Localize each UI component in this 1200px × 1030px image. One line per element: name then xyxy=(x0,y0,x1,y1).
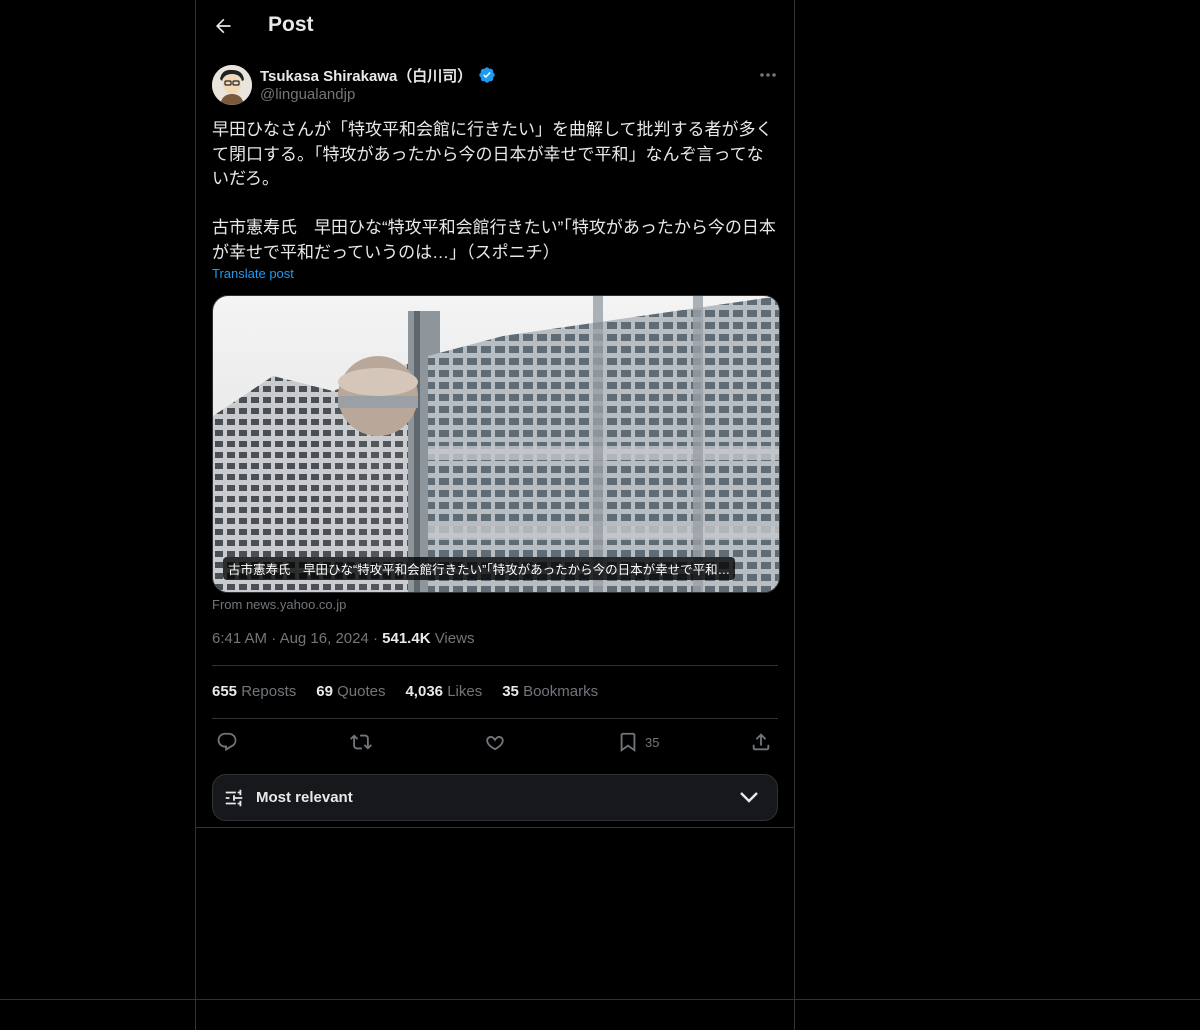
reply-button[interactable] xyxy=(216,731,238,753)
primary-column: Post Tsukasa Shirakawa（白川司） @lingualandj… xyxy=(195,0,795,1030)
author-name[interactable]: Tsukasa Shirakawa（白川司） xyxy=(260,65,472,86)
post-meta: 6:41 AM · Aug 16, 2024 · 541.4K Views xyxy=(212,630,474,647)
divider xyxy=(212,665,778,666)
reply-icon xyxy=(217,732,237,752)
like-button[interactable] xyxy=(484,731,506,753)
likes-label: Likes xyxy=(447,683,483,700)
like-icon xyxy=(486,736,504,751)
bookmark-icon xyxy=(620,732,636,753)
card-caption: 古市憲寿氏 早田ひな“特攻平和会館行きたい”「特攻があったから今の日本が幸せで平… xyxy=(223,557,736,580)
back-arrow-icon xyxy=(216,18,231,34)
divider xyxy=(212,718,778,719)
author-handle[interactable]: @lingualandjp xyxy=(260,86,355,103)
quotes-count: 69 xyxy=(316,683,333,700)
link-card[interactable]: 古市憲寿氏 早田ひな“特攻平和会館行きたい”「特攻があったから今の日本が幸せで平… xyxy=(212,295,780,593)
post-header: Post xyxy=(196,0,794,53)
quotes-label: Quotes xyxy=(337,683,386,700)
reposts-label: Reposts xyxy=(241,683,297,700)
card-source[interactable]: From news.yahoo.co.jp xyxy=(212,597,346,612)
meta-separator: · xyxy=(271,630,280,647)
avatar-illustration xyxy=(212,65,252,105)
reply-sort-dropdown[interactable]: Most relevant xyxy=(212,774,778,821)
post-time[interactable]: 6:41 AM xyxy=(212,630,267,647)
likes-stat[interactable]: 4,036 Likes xyxy=(405,683,482,700)
likes-count: 4,036 xyxy=(405,683,444,700)
sort-label: Most relevant xyxy=(256,789,353,806)
sliders-icon xyxy=(225,789,243,807)
bookmarks-stat[interactable]: 35 Bookmarks xyxy=(502,683,598,700)
more-icon xyxy=(760,73,776,77)
page-title: Post xyxy=(268,13,314,36)
views-count: 541.4K xyxy=(382,630,431,647)
bookmarks-count: 35 xyxy=(502,683,519,700)
quotes-stat[interactable]: 69 Quotes xyxy=(316,683,385,700)
repost-button[interactable] xyxy=(350,731,372,753)
bookmark-count: 35 xyxy=(645,734,660,750)
avatar[interactable] xyxy=(212,65,252,105)
chevron-down-icon xyxy=(740,792,758,803)
share-icon xyxy=(752,733,770,751)
reposts-stat[interactable]: 655 Reposts xyxy=(212,683,296,700)
post-date[interactable]: Aug 16, 2024 xyxy=(280,630,369,647)
repost-icon xyxy=(350,734,372,750)
post-text: 早田ひなさんが「特攻平和会館に行きたい」を曲解して批判する者が多くて閉口する。「… xyxy=(212,120,776,262)
meta-separator: · xyxy=(372,630,383,647)
engagement-stats: 655 Reposts 69 Quotes 4,036 Likes 35 Boo… xyxy=(212,683,598,700)
bottom-divider xyxy=(0,999,1200,1000)
divider xyxy=(196,827,794,828)
back-button[interactable] xyxy=(210,13,236,39)
reposts-count: 655 xyxy=(212,683,238,700)
translate-post-link[interactable]: Translate post xyxy=(212,266,294,281)
views-label: Views xyxy=(434,630,475,647)
bookmarks-label: Bookmarks xyxy=(523,683,599,700)
share-button[interactable] xyxy=(750,731,772,753)
action-bar: 35 xyxy=(212,731,778,757)
card-image xyxy=(213,296,779,592)
more-button[interactable] xyxy=(756,66,780,84)
verified-badge-icon xyxy=(478,66,496,89)
bookmark-button[interactable]: 35 xyxy=(617,731,659,753)
